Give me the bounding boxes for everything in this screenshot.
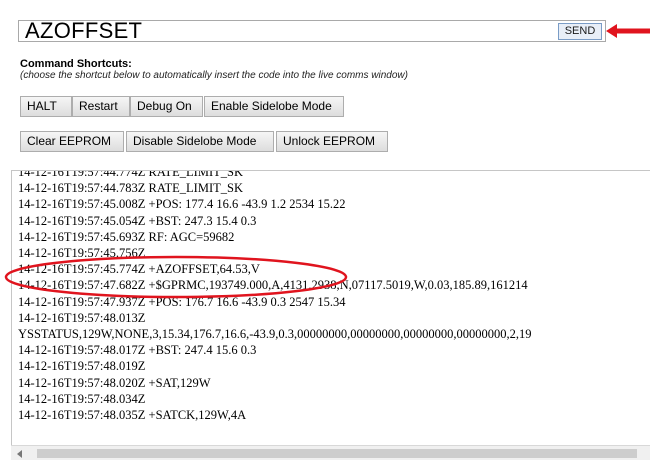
log-line: 14-12-16T19:57:48.019Z	[18, 359, 146, 374]
log-line: 14-12-16T19:57:48.035Z +SATCK,129W,4A	[18, 408, 247, 423]
restart-button[interactable]: Restart	[72, 96, 130, 117]
halt-button[interactable]: HALT	[20, 96, 72, 117]
live-comms-window[interactable]: 14-12-16T19:57:44.774Z RATE_LIMIT_SK 14-…	[11, 170, 650, 445]
disable-sidelobe-mode-button[interactable]: Disable Sidelobe Mode	[126, 131, 274, 152]
log-line: 14-12-16T19:57:48.013Z	[18, 310, 146, 325]
shortcuts-hint: (choose the shortcut below to automatica…	[20, 70, 408, 81]
enable-sidelobe-mode-button[interactable]: Enable Sidelobe Mode	[204, 96, 344, 117]
horizontal-scrollbar[interactable]	[11, 445, 650, 460]
log-line: YSSTATUS,129W,NONE,3,15.34,176.7,16.6,-4…	[18, 327, 532, 342]
log-line: 14-12-16T19:57:44.783Z RATE_LIMIT_SK	[18, 181, 243, 196]
log-line: 14-12-16T19:57:45.008Z +POS: 177.4 16.6 …	[18, 197, 346, 212]
shortcuts-title: Command Shortcuts:	[20, 58, 132, 70]
debug-on-button[interactable]: Debug On	[130, 96, 203, 117]
command-input[interactable]: AZOFFSET	[18, 18, 606, 43]
log-line: 14-12-16T19:57:45.693Z RF: AGC=59682	[18, 229, 235, 244]
scrollbar-thumb[interactable]	[37, 449, 637, 458]
log-line: 14-12-16T19:57:48.020Z +SAT,129W	[18, 375, 211, 390]
highlight-ellipse-icon	[4, 255, 348, 299]
log-line: 14-12-16T19:57:48.034Z	[18, 391, 146, 406]
send-button[interactable]: SEND	[558, 23, 602, 40]
scroll-left-icon[interactable]	[17, 450, 22, 458]
log-line: 14-12-16T19:57:44.774Z RATE_LIMIT_SK	[18, 170, 243, 179]
log-line: 14-12-16T19:57:48.017Z +BST: 247.4 15.6 …	[18, 343, 257, 358]
arrow-annotation-icon	[606, 24, 650, 38]
log-line: 14-12-16T19:57:45.054Z +BST: 247.3 15.4 …	[18, 213, 257, 228]
clear-eeprom-button[interactable]: Clear EEPROM	[20, 131, 124, 152]
unlock-eeprom-button[interactable]: Unlock EEPROM	[276, 131, 388, 152]
command-input-value: AZOFFSET	[25, 18, 143, 43]
